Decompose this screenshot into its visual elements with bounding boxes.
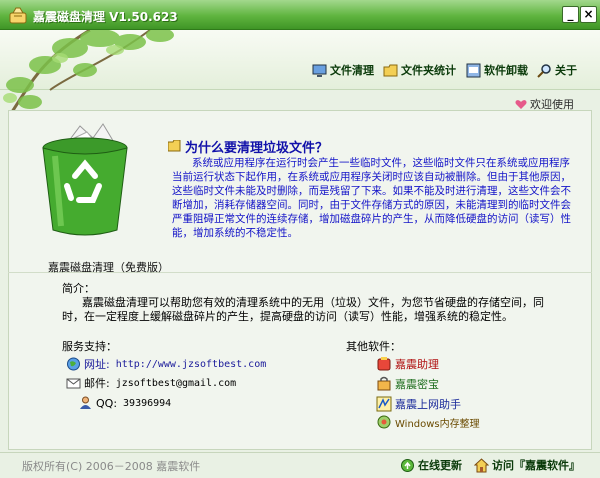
- magnifier-icon: [537, 63, 551, 78]
- recycle-bin-icon: [42, 123, 128, 236]
- qq-number: 39396994: [123, 397, 172, 409]
- welcome-link[interactable]: 欢迎使用: [515, 96, 574, 112]
- software-assistant-label: 嘉震助理: [395, 358, 439, 371]
- other-software-label: 其他软件：: [346, 340, 401, 353]
- question-title: 为什么要清理垃圾文件？: [185, 141, 329, 156]
- nav-folder-stats-label: 文件夹统计: [401, 64, 456, 77]
- nav-folder-stats[interactable]: 文件夹统计: [383, 62, 456, 78]
- support-qq: QQ: 39396994: [78, 396, 171, 410]
- nav-about[interactable]: 关于: [537, 62, 577, 78]
- intro-body: 嘉震磁盘清理可以帮助您有效的清理系统中的无用（垃圾）文件，为您节省硬盘的存储空间…: [62, 296, 544, 323]
- group-title: 嘉震磁盘清理（免费版）: [48, 261, 169, 274]
- update-icon: [401, 458, 414, 472]
- qq-label: QQ:: [96, 396, 118, 410]
- nav-file-cleanup[interactable]: 文件清理: [312, 62, 374, 78]
- welcome-label: 欢迎使用: [530, 98, 574, 111]
- copyright-text: 版权所有(C) 2006－2008 嘉震软件: [22, 460, 201, 473]
- vault-icon: [377, 376, 391, 391]
- window-title: 嘉震磁盘清理 V1.50.623: [33, 10, 178, 24]
- minimize-button[interactable]: _: [562, 6, 579, 23]
- home-icon: [474, 457, 489, 472]
- mail-icon: [66, 378, 81, 389]
- software-web-helper-label: 嘉震上网助手: [395, 398, 461, 411]
- support-email[interactable]: 邮件: jzsoftbest@gmail.com: [66, 375, 236, 391]
- support-label: 服务支持：: [62, 340, 117, 353]
- software-memory-label: Windows内存整理: [395, 418, 480, 430]
- uninstall-icon: [466, 63, 481, 77]
- support-website[interactable]: 网址: http://www.jzsoftbest.com: [66, 356, 266, 372]
- nav-file-cleanup-label: 文件清理: [330, 64, 374, 77]
- folder-icon: [383, 64, 398, 76]
- monitor-icon: [312, 64, 327, 77]
- memory-icon: [377, 415, 391, 429]
- user-icon: [80, 396, 91, 409]
- tree-decoration-icon: [3, 30, 174, 115]
- website-label: 网址:: [84, 358, 110, 371]
- folder-open-icon: [168, 140, 181, 152]
- visit-website-label: 访问『嘉震软件』: [492, 459, 580, 472]
- software-link-web-helper[interactable]: 嘉震上网助手: [376, 396, 461, 412]
- nav-software-uninstall[interactable]: 软件卸载: [466, 62, 528, 78]
- close-button[interactable]: ×: [580, 6, 597, 23]
- app-broom-icon: [9, 7, 27, 24]
- visit-website-button[interactable]: 访问『嘉震软件』: [474, 457, 580, 473]
- email-address[interactable]: jzsoftbest@gmail.com: [116, 378, 236, 389]
- online-update-label: 在线更新: [418, 459, 462, 472]
- website-url[interactable]: http://www.jzsoftbest.com: [116, 359, 267, 370]
- nav-software-uninstall-label: 软件卸载: [484, 64, 528, 77]
- assistant-icon: [377, 357, 391, 371]
- heart-icon: [515, 99, 527, 109]
- question-body: 系统或应用程序在运行时会产生一些临时文件，这些临时文件只在系统或应用程序当前运行…: [172, 157, 571, 239]
- intro-label: 简介：: [62, 282, 95, 295]
- web-helper-icon: [376, 396, 392, 412]
- software-link-vault[interactable]: 嘉震密宝: [376, 376, 439, 392]
- software-vault-label: 嘉震密宝: [395, 378, 439, 391]
- email-label: 邮件:: [84, 377, 110, 390]
- nav-about-label: 关于: [555, 64, 577, 77]
- globe-icon: [67, 357, 80, 371]
- software-link-memory[interactable]: Windows内存整理: [376, 414, 480, 430]
- online-update-button[interactable]: 在线更新: [400, 457, 462, 473]
- software-link-assistant[interactable]: 嘉震助理: [376, 356, 439, 372]
